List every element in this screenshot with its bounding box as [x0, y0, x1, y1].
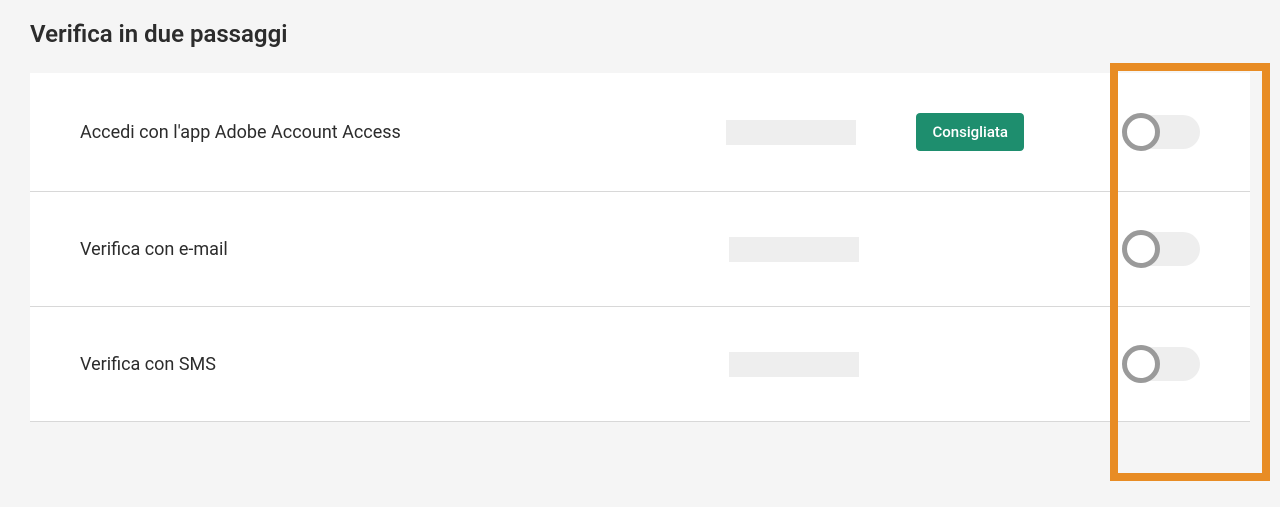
setting-label: Verifica con SMS — [80, 354, 729, 375]
toggle-knob-icon — [1122, 113, 1160, 151]
toggle-app-access[interactable] — [1124, 115, 1200, 149]
setting-label: Verifica con e-mail — [80, 239, 729, 260]
recommended-badge: Consigliata — [916, 113, 1024, 151]
toggle-knob-icon — [1122, 345, 1160, 383]
placeholder-box — [729, 237, 859, 262]
placeholder-box — [726, 120, 856, 145]
toggle-email[interactable] — [1124, 232, 1200, 266]
setting-row-sms: Verifica con SMS — [30, 307, 1250, 422]
placeholder-box — [729, 352, 859, 377]
setting-row-email: Verifica con e-mail — [30, 192, 1250, 307]
toggle-sms[interactable] — [1124, 347, 1200, 381]
setting-row-app-access: Accedi con l'app Adobe Account Access Co… — [30, 73, 1250, 192]
settings-list: Accedi con l'app Adobe Account Access Co… — [30, 73, 1250, 422]
setting-label: Accedi con l'app Adobe Account Access — [80, 122, 726, 143]
toggle-knob-icon — [1122, 230, 1160, 268]
section-title: Verifica in due passaggi — [30, 20, 1250, 48]
